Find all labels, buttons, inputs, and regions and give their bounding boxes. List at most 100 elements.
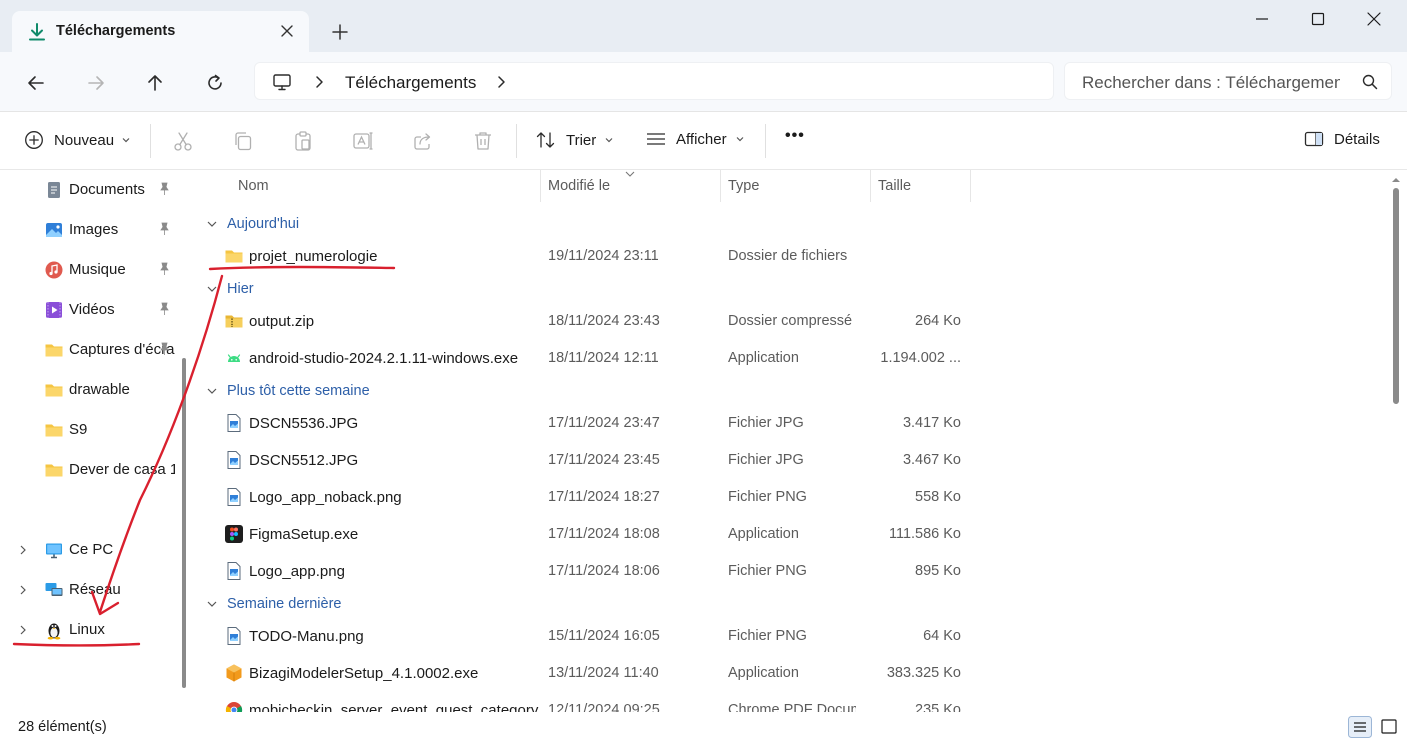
file-row[interactable]: android-studio-2024.2.1.11-windows.exe 1… bbox=[196, 340, 1386, 377]
minimize-button[interactable] bbox=[1240, 8, 1284, 30]
title-bar: Téléchargements bbox=[0, 0, 1407, 52]
item-count: 28 élément(s) bbox=[18, 719, 107, 735]
chevron-right-icon[interactable] bbox=[495, 72, 509, 92]
column-header-size[interactable]: Taille bbox=[878, 178, 911, 194]
details-button[interactable]: Détails bbox=[1304, 130, 1380, 148]
sidebar-item-videos[interactable]: Vidéos bbox=[0, 290, 180, 330]
close-tab-icon[interactable] bbox=[276, 20, 298, 42]
more-options-button[interactable]: ••• bbox=[785, 127, 805, 145]
column-divider[interactable] bbox=[970, 170, 971, 202]
sidebar-item-drawable[interactable]: drawable bbox=[0, 370, 180, 410]
search-input[interactable]: Rechercher dans : Téléchargements bbox=[1082, 73, 1340, 93]
paste-icon[interactable] bbox=[291, 129, 315, 153]
column-header-type[interactable]: Type bbox=[728, 178, 759, 194]
rename-icon[interactable] bbox=[351, 129, 375, 153]
close-window-button[interactable] bbox=[1352, 8, 1396, 30]
copy-icon[interactable] bbox=[231, 129, 255, 153]
column-divider[interactable] bbox=[540, 170, 541, 202]
zip-folder-icon bbox=[225, 315, 243, 328]
sidebar-item-images[interactable]: Images bbox=[0, 210, 180, 250]
folder-icon bbox=[225, 250, 243, 263]
file-row[interactable]: projet_numerologie 19/11/2024 23:11 Doss… bbox=[196, 238, 1386, 275]
group-header-earlier-this-week[interactable]: Plus tôt cette semaine bbox=[206, 379, 370, 403]
toolbar-divider bbox=[150, 124, 151, 158]
scroll-up-arrow-icon[interactable] bbox=[1391, 176, 1401, 184]
pin-icon[interactable] bbox=[157, 262, 171, 276]
bizagi-icon bbox=[226, 664, 242, 682]
sidebar-item-linux[interactable]: Linux bbox=[0, 610, 180, 650]
sort-label: Trier bbox=[566, 131, 597, 149]
file-row[interactable]: Logo_app.png 17/11/2024 18:06 Fichier PN… bbox=[196, 553, 1386, 590]
cut-icon[interactable] bbox=[171, 129, 195, 153]
file-row[interactable]: output.zip 18/11/2024 23:43 Dossier comp… bbox=[196, 303, 1386, 340]
image-file-icon bbox=[227, 414, 241, 432]
videos-icon bbox=[46, 302, 62, 318]
chevron-down-icon bbox=[605, 138, 613, 143]
column-header-name[interactable]: Nom bbox=[238, 178, 269, 194]
sidebar-item-documents[interactable]: Documents bbox=[0, 170, 180, 210]
column-header-modified[interactable]: Modifié le bbox=[548, 178, 610, 194]
up-button[interactable] bbox=[142, 70, 168, 96]
sidebar-item-dever-de-casa[interactable]: Dever de casa 1 bbox=[0, 450, 180, 490]
chevron-right-icon[interactable] bbox=[16, 542, 30, 558]
chevron-down-icon bbox=[122, 138, 130, 143]
android-studio-icon bbox=[227, 354, 241, 362]
file-row[interactable]: mobicheckin_server_event_guest_category … bbox=[196, 692, 1386, 712]
delete-icon[interactable] bbox=[471, 129, 495, 153]
sort-icon bbox=[536, 132, 555, 148]
sidebar-scrollbar[interactable] bbox=[182, 358, 186, 688]
view-button[interactable]: Afficher bbox=[646, 130, 745, 148]
sidebar-item-s9[interactable]: S9 bbox=[0, 410, 180, 450]
search-box[interactable]: Rechercher dans : Téléchargements bbox=[1064, 62, 1392, 100]
image-file-icon bbox=[227, 627, 241, 645]
folder-icon bbox=[45, 384, 63, 397]
chevron-right-icon[interactable] bbox=[16, 622, 30, 638]
pin-icon[interactable] bbox=[157, 182, 171, 196]
file-list-scrollbar[interactable] bbox=[1393, 188, 1399, 404]
address-bar[interactable]: Téléchargements bbox=[254, 62, 1054, 100]
details-pane-icon bbox=[1304, 131, 1324, 147]
sidebar-item-music[interactable]: Musique bbox=[0, 250, 180, 290]
pin-icon[interactable] bbox=[157, 222, 171, 236]
tab-downloads[interactable]: Téléchargements bbox=[12, 11, 309, 52]
command-bar: Nouveau Trier Afficher ••• Détails bbox=[0, 112, 1407, 170]
search-icon[interactable] bbox=[1361, 73, 1379, 91]
group-header-today[interactable]: Aujourd'hui bbox=[206, 212, 299, 236]
linux-icon bbox=[47, 623, 61, 640]
sidebar-item-screenshots[interactable]: Captures d'écran bbox=[0, 330, 180, 370]
breadcrumb-downloads[interactable]: Téléchargements bbox=[345, 73, 476, 93]
tab-title: Téléchargements bbox=[56, 23, 176, 39]
image-file-icon bbox=[227, 451, 241, 469]
tiles-view-button[interactable] bbox=[1377, 716, 1401, 738]
file-row[interactable]: BizagiModelerSetup_4.1.0002.exe 13/11/20… bbox=[196, 655, 1386, 692]
documents-icon bbox=[48, 182, 60, 198]
chevron-right-icon[interactable] bbox=[16, 582, 30, 598]
file-row[interactable]: FigmaSetup.exe 17/11/2024 18:08 Applicat… bbox=[196, 516, 1386, 553]
sort-button[interactable]: Trier bbox=[535, 130, 614, 150]
group-header-last-week[interactable]: Semaine dernière bbox=[206, 592, 341, 616]
new-button[interactable]: Nouveau bbox=[24, 130, 131, 150]
column-divider[interactable] bbox=[870, 170, 871, 202]
file-row[interactable]: Logo_app_noback.png 17/11/2024 18:27 Fic… bbox=[196, 479, 1386, 516]
file-row[interactable]: DSCN5512.JPG 17/11/2024 23:45 Fichier JP… bbox=[196, 442, 1386, 479]
group-header-yesterday[interactable]: Hier bbox=[206, 277, 254, 301]
file-row[interactable]: TODO-Manu.png 15/11/2024 16:05 Fichier P… bbox=[196, 618, 1386, 655]
pin-icon[interactable] bbox=[157, 342, 171, 356]
maximize-button[interactable] bbox=[1296, 8, 1340, 30]
sidebar-item-network[interactable]: Réseau bbox=[0, 570, 180, 610]
folder-icon bbox=[45, 424, 63, 437]
pin-icon[interactable] bbox=[157, 302, 171, 316]
file-row[interactable]: DSCN5536.JPG 17/11/2024 23:47 Fichier JP… bbox=[196, 405, 1386, 442]
share-icon[interactable] bbox=[411, 129, 435, 153]
refresh-button[interactable] bbox=[202, 70, 228, 96]
new-tab-button[interactable] bbox=[328, 20, 352, 44]
chevron-right-icon[interactable] bbox=[313, 72, 327, 92]
view-label: Afficher bbox=[676, 130, 727, 148]
download-icon bbox=[29, 23, 45, 41]
forward-button[interactable] bbox=[83, 70, 109, 96]
details-view-button[interactable] bbox=[1348, 716, 1372, 738]
sidebar-item-this-pc[interactable]: Ce PC bbox=[0, 530, 180, 570]
back-button[interactable] bbox=[23, 70, 49, 96]
new-label: Nouveau bbox=[54, 131, 115, 149]
column-divider[interactable] bbox=[720, 170, 721, 202]
